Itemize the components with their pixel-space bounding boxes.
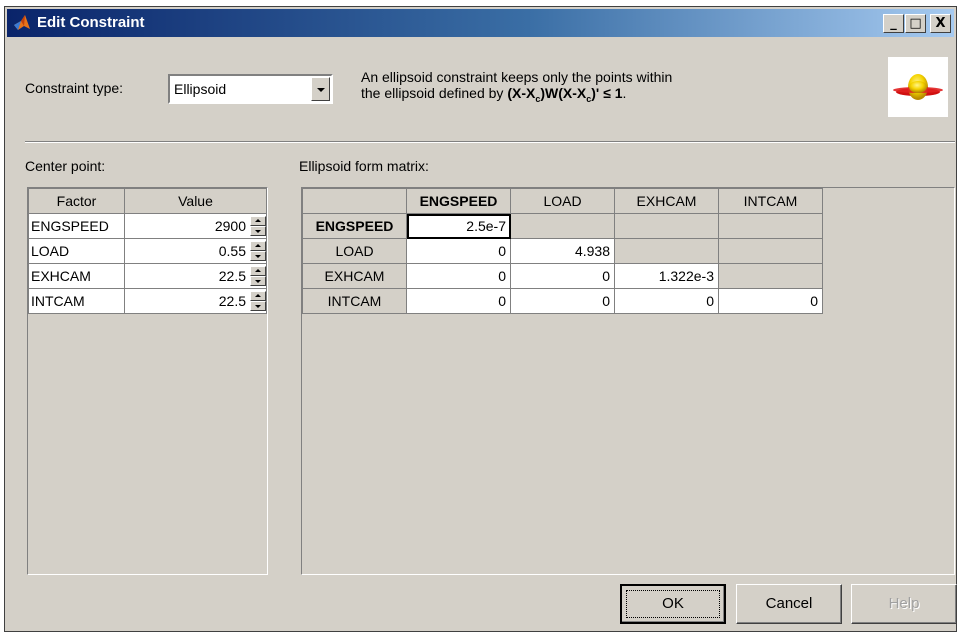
table-row: INTCAM 22.5 [28, 288, 267, 314]
row-header-load[interactable]: LOAD [302, 238, 407, 264]
chevron-down-icon[interactable] [311, 77, 330, 101]
description-line-1: An ellipsoid constraint keeps only the p… [361, 69, 673, 85]
value-spinner[interactable] [250, 241, 266, 261]
value-spinner[interactable] [250, 266, 266, 286]
matrix-cell-exhcam-load[interactable]: 0 [510, 263, 615, 289]
matrix-cell-engspeed-engspeed[interactable]: 2.5e-7 [406, 213, 511, 239]
column-header-exhcam[interactable]: EXHCAM [614, 188, 719, 214]
value-cell[interactable]: 22.5 [124, 288, 267, 314]
matrix-cell-intcam-engspeed[interactable]: 0 [406, 288, 511, 314]
constraint-description: An ellipsoid constraint keeps only the p… [361, 69, 672, 107]
edit-constraint-dialog: Edit Constraint _ □ X Constraint type: E… [4, 6, 957, 632]
value-spinner[interactable] [250, 291, 266, 311]
spin-down-icon[interactable] [250, 251, 266, 261]
table-row: LOAD 0 4.938 [302, 238, 823, 264]
factor-name: LOAD [28, 238, 125, 264]
title-bar[interactable]: Edit Constraint _ □ X [7, 9, 954, 37]
matrix-table-panel[interactable]: ENGSPEED LOAD EXHCAM INTCAM ENGSPEED 2.5… [301, 187, 955, 575]
value-text: 22.5 [218, 268, 246, 284]
help-button: Help [851, 584, 957, 624]
close-button[interactable]: X [930, 14, 951, 33]
matrix-cell-intcam-intcam[interactable]: 0 [718, 288, 823, 314]
row-header-exhcam[interactable]: EXHCAM [302, 263, 407, 289]
table-row: INTCAM 0 0 0 0 [302, 288, 823, 314]
value-cell[interactable]: 22.5 [124, 263, 267, 289]
factor-name: INTCAM [28, 288, 125, 314]
table-row: LOAD 0.55 [28, 238, 267, 264]
cancel-button[interactable]: Cancel [736, 584, 842, 624]
constraint-type-label: Constraint type: [25, 80, 124, 96]
value-cell[interactable]: 0.55 [124, 238, 267, 264]
column-header-intcam[interactable]: INTCAM [718, 188, 823, 214]
table-row: EXHCAM 22.5 [28, 263, 267, 289]
spin-down-icon[interactable] [250, 301, 266, 311]
ok-button[interactable]: OK [620, 584, 726, 624]
spin-up-icon[interactable] [250, 216, 266, 226]
maximize-button[interactable]: □ [905, 14, 926, 33]
spin-down-icon[interactable] [250, 226, 266, 236]
value-cell[interactable]: 2900 [124, 213, 267, 239]
matrix-cell-disabled [510, 213, 615, 239]
ellipsoid-icon [888, 57, 948, 117]
constraint-type-value: Ellipsoid [174, 81, 227, 97]
matrix-cell-intcam-exhcam[interactable]: 0 [614, 288, 719, 314]
spin-up-icon[interactable] [250, 266, 266, 276]
matlab-icon [14, 15, 30, 30]
value-spinner[interactable] [250, 216, 266, 236]
center-point-table-panel[interactable]: Factor Value ENGSPEED 2900 LOAD 0.55 EXH… [27, 187, 268, 575]
column-header-value[interactable]: Value [124, 188, 267, 214]
factor-name: ENGSPEED [28, 213, 125, 239]
column-header-engspeed[interactable]: ENGSPEED [406, 188, 511, 214]
matrix-label: Ellipsoid form matrix: [299, 158, 429, 174]
matrix-cell-disabled [718, 263, 823, 289]
row-header-intcam[interactable]: INTCAM [302, 288, 407, 314]
factor-name: EXHCAM [28, 263, 125, 289]
matrix-cell-disabled [718, 213, 823, 239]
column-header-load[interactable]: LOAD [510, 188, 615, 214]
matrix-cell-exhcam-engspeed[interactable]: 0 [406, 263, 511, 289]
table-row: EXHCAM 0 0 1.322e-3 [302, 263, 823, 289]
table-row: ENGSPEED 2.5e-7 [302, 213, 823, 239]
matrix-cell-load-engspeed[interactable]: 0 [406, 238, 511, 264]
window-title: Edit Constraint [37, 14, 145, 31]
value-text: 2900 [214, 218, 246, 234]
matrix-cell-disabled [614, 238, 719, 264]
center-point-table: Factor Value ENGSPEED 2900 LOAD 0.55 EXH… [28, 188, 267, 314]
matrix-corner-header [302, 188, 407, 214]
ellipsoid-matrix-table: ENGSPEED LOAD EXHCAM INTCAM ENGSPEED 2.5… [302, 188, 823, 314]
value-text: 0.55 [218, 243, 246, 259]
matrix-cell-load-load[interactable]: 4.938 [510, 238, 615, 264]
constraint-type-dropdown[interactable]: Ellipsoid [168, 74, 333, 104]
value-text: 22.5 [218, 293, 246, 309]
column-header-factor[interactable]: Factor [28, 188, 125, 214]
matrix-cell-intcam-load[interactable]: 0 [510, 288, 615, 314]
ellipsoid-formula: (X-Xc)W(X-Xc)' ≤ 1 [507, 85, 623, 104]
center-point-label: Center point: [25, 158, 106, 174]
row-header-engspeed[interactable]: ENGSPEED [302, 213, 407, 239]
separator [25, 141, 955, 143]
spin-down-icon[interactable] [250, 276, 266, 286]
minimize-button[interactable]: _ [883, 14, 904, 33]
matrix-cell-disabled [718, 238, 823, 264]
spin-up-icon[interactable] [250, 291, 266, 301]
matrix-cell-exhcam-exhcam[interactable]: 1.322e-3 [614, 263, 719, 289]
spin-up-icon[interactable] [250, 241, 266, 251]
matrix-cell-disabled [614, 213, 719, 239]
description-line-2: the ellipsoid defined by (X-Xc)W(X-Xc)' … [361, 85, 627, 104]
table-row: ENGSPEED 2900 [28, 213, 267, 239]
